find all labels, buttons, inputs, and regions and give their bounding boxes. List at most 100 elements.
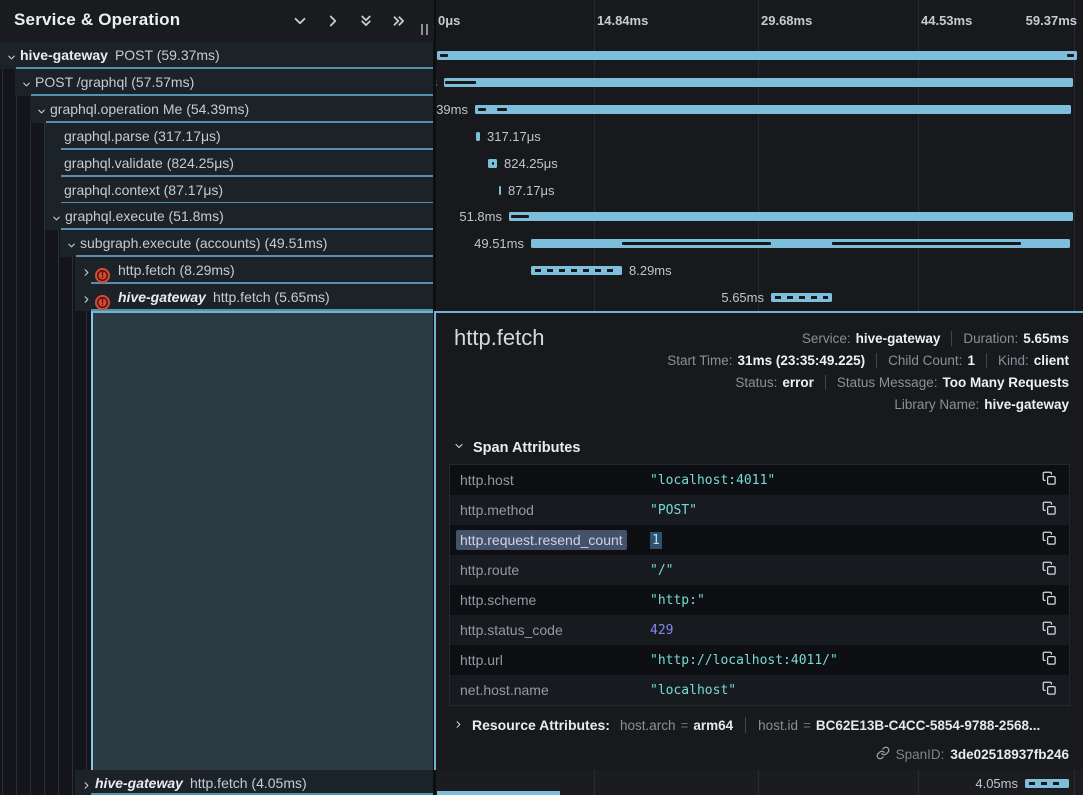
waterfall-row[interactable]: 8.29ms bbox=[434, 257, 1083, 284]
tree-row[interactable]: graphql.operation Me (54.39ms) bbox=[0, 96, 434, 123]
waterfall-row[interactable]: 57.57ms bbox=[434, 69, 1083, 96]
span-label: hive-gatewayhttp.fetch (4.05ms) bbox=[95, 775, 307, 791]
span-duration-bar[interactable] bbox=[488, 159, 497, 168]
timeline-tick-label: 29.68ms bbox=[761, 13, 812, 28]
child-span-marks bbox=[775, 296, 828, 299]
span-duration-bar[interactable] bbox=[499, 186, 501, 195]
attribute-row[interactable]: http.status_code429 bbox=[450, 615, 1069, 645]
attribute-row[interactable]: http.host"localhost:4011" bbox=[450, 465, 1069, 495]
waterfall-row[interactable]: 49.51ms bbox=[434, 230, 1083, 257]
duration-label: 317.17μs bbox=[487, 129, 541, 144]
attribute-row[interactable]: net.host.name"localhost" bbox=[450, 675, 1069, 705]
attribute-value: "POST" bbox=[650, 503, 1029, 518]
tree-row[interactable]: POST /graphql (57.57ms) bbox=[0, 69, 434, 96]
copy-icon[interactable] bbox=[1029, 681, 1069, 699]
operation-name: http.fetch (5.65ms) bbox=[213, 289, 330, 305]
waterfall-row[interactable]: 51.8ms bbox=[434, 203, 1083, 230]
copy-icon[interactable] bbox=[1029, 651, 1069, 669]
span-duration-bar[interactable] bbox=[771, 293, 832, 302]
span-duration-bar[interactable] bbox=[475, 105, 1071, 114]
attribute-row[interactable]: http.route"/" bbox=[450, 555, 1069, 585]
copy-icon[interactable] bbox=[1029, 561, 1069, 579]
copy-icon[interactable] bbox=[1029, 591, 1069, 609]
tree-row[interactable]: graphql.execute (51.8ms) bbox=[0, 203, 434, 230]
meta-separator bbox=[825, 375, 826, 390]
waterfall-row[interactable]: 824.25μs bbox=[434, 150, 1083, 177]
tree-row[interactable]: graphql.parse (317.17μs) bbox=[0, 123, 434, 150]
attribute-value: "http://localhost:4011/" bbox=[650, 653, 1029, 668]
copy-icon[interactable] bbox=[1029, 471, 1069, 489]
resource-key: host.arch bbox=[620, 718, 676, 733]
child-span-marks bbox=[1029, 782, 1065, 785]
double-chevron-down-icon[interactable] bbox=[357, 12, 375, 30]
copy-icon[interactable] bbox=[1029, 501, 1069, 519]
tree-row[interactable]: !http.fetch (8.29ms) bbox=[0, 257, 434, 284]
duration-label: 8.29ms bbox=[629, 263, 672, 278]
span-duration-bar[interactable] bbox=[531, 266, 622, 275]
span-attributes-header[interactable]: Span Attributes bbox=[453, 440, 580, 456]
link-icon[interactable] bbox=[876, 746, 890, 763]
expand-chevron-icon[interactable] bbox=[81, 265, 92, 283]
timeline-tick-label: 0μs bbox=[438, 13, 460, 28]
expand-chevron-icon[interactable] bbox=[81, 292, 92, 310]
span-label: !http.fetch (8.29ms) bbox=[95, 262, 235, 283]
tree-row[interactable]: graphql.context (87.17μs) bbox=[0, 177, 434, 204]
copy-icon[interactable] bbox=[1029, 621, 1069, 639]
service-name: hive-gateway bbox=[95, 775, 183, 791]
chevron-right-icon[interactable] bbox=[324, 12, 342, 30]
collapse-chevron-icon[interactable] bbox=[21, 77, 32, 95]
span-duration-bar[interactable] bbox=[1025, 779, 1069, 788]
copy-icon[interactable] bbox=[1029, 531, 1069, 549]
child-span-mark bbox=[1067, 54, 1074, 57]
waterfall-row[interactable]: 317.17μs bbox=[434, 123, 1083, 150]
meta-value: 1 bbox=[967, 353, 975, 368]
attribute-row[interactable]: http.request.resend_count1 bbox=[450, 525, 1069, 555]
tree-header: Service & Operation bbox=[0, 0, 434, 42]
double-chevron-right-icon[interactable] bbox=[390, 12, 408, 30]
waterfall-row[interactable]: 54.39ms bbox=[434, 96, 1083, 123]
collapse-chevron-icon[interactable] bbox=[66, 238, 77, 256]
waterfall-row[interactable]: 4.05ms bbox=[434, 770, 1083, 795]
attribute-row[interactable]: http.url"http://localhost:4011/" bbox=[450, 645, 1069, 675]
tree-row[interactable]: subgraph.execute (accounts) (49.51ms) bbox=[0, 230, 434, 257]
waterfall-row[interactable]: 5.65ms bbox=[434, 284, 1083, 311]
waterfall-row[interactable] bbox=[434, 42, 1083, 69]
meta-label: Child Count: bbox=[888, 353, 962, 368]
span-duration-bar[interactable] bbox=[509, 212, 1073, 221]
span-duration-bar[interactable] bbox=[444, 78, 1073, 87]
tree-row[interactable]: hive-gatewayhttp.fetch (4.05ms) bbox=[0, 770, 434, 795]
span-label: subgraph.execute (accounts) (49.51ms) bbox=[80, 235, 327, 251]
meta-label: Start Time: bbox=[667, 353, 732, 368]
resource-attributes-row[interactable]: Resource Attributes: host.arch=arm64host… bbox=[453, 717, 1040, 733]
resize-handle-icon[interactable] bbox=[421, 24, 428, 35]
tree-row[interactable]: graphql.validate (824.25μs) bbox=[0, 150, 434, 177]
waterfall-row[interactable]: 87.17μs bbox=[434, 177, 1083, 204]
collapse-chevron-icon[interactable] bbox=[51, 211, 62, 229]
attribute-row[interactable]: http.scheme"http:" bbox=[450, 585, 1069, 615]
child-span-mark bbox=[497, 108, 507, 111]
span-attributes-title: Span Attributes bbox=[473, 440, 580, 456]
resource-key: host.id bbox=[758, 718, 798, 733]
meta-line: Start Time:31ms (23:35:49.225)Child Coun… bbox=[667, 350, 1069, 372]
collapse-chevron-icon[interactable] bbox=[6, 50, 17, 68]
span-label: graphql.parse (317.17μs) bbox=[64, 128, 221, 144]
operation-name: POST /graphql (57.57ms) bbox=[35, 74, 194, 90]
meta-label: Kind: bbox=[998, 353, 1029, 368]
expand-chevron-icon[interactable] bbox=[81, 778, 92, 795]
attribute-key: http.route bbox=[450, 562, 650, 578]
selected-span-block[interactable] bbox=[91, 311, 434, 770]
attribute-key: http.url bbox=[450, 652, 650, 668]
meta-separator bbox=[876, 353, 877, 368]
attribute-row[interactable]: http.method"POST" bbox=[450, 495, 1069, 525]
span-duration-bar[interactable] bbox=[476, 132, 480, 141]
collapse-chevron-icon[interactable] bbox=[36, 104, 47, 122]
span-duration-bar[interactable] bbox=[437, 51, 1077, 60]
meta-value: error bbox=[782, 375, 814, 390]
span-tree: hive-gatewayPOST (59.37ms) POST /graphql … bbox=[0, 42, 434, 795]
child-span-mark bbox=[511, 215, 529, 218]
span-duration-bar[interactable] bbox=[531, 239, 1070, 248]
span-id-row: SpanID: 3de02518937fb246 bbox=[876, 746, 1069, 763]
tree-row[interactable]: !hive-gatewayhttp.fetch (5.65ms) bbox=[0, 284, 434, 311]
chevron-down-icon[interactable] bbox=[291, 12, 309, 30]
tree-row[interactable]: hive-gatewayPOST (59.37ms) bbox=[0, 42, 434, 69]
